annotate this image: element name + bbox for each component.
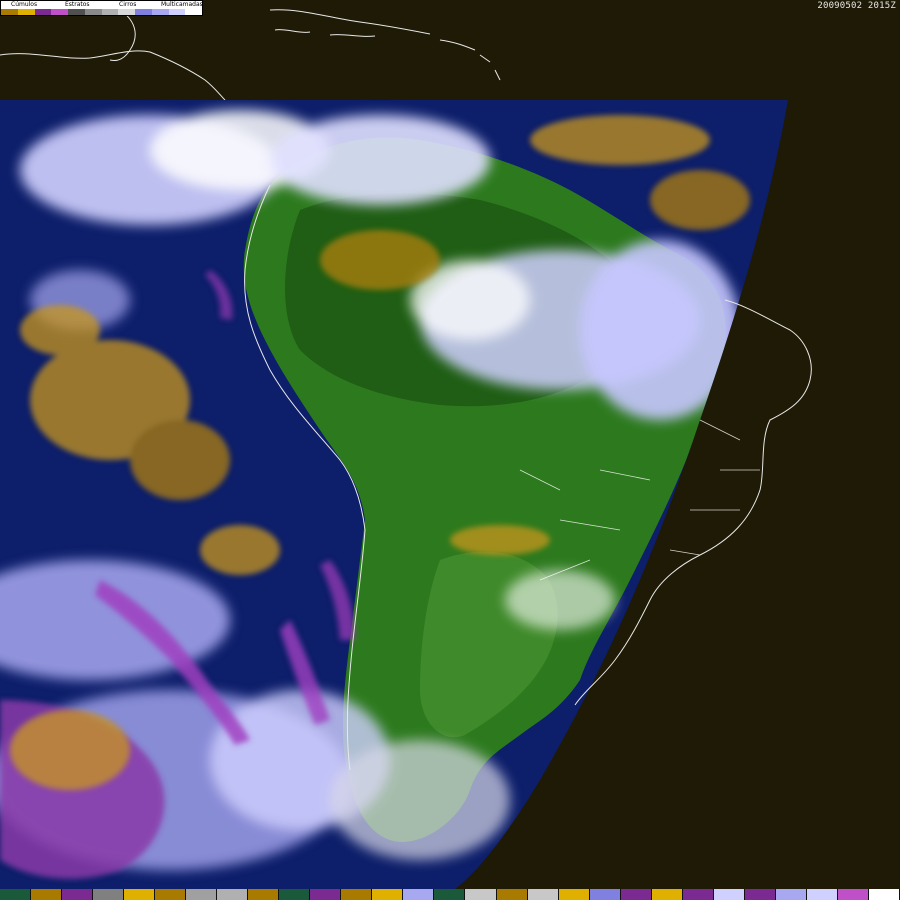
legend-swatch xyxy=(1,9,18,15)
yucatan-outline xyxy=(109,9,136,61)
legend-label-cirros: Cirros xyxy=(119,1,137,8)
legend-label-cumulos: Cúmulos xyxy=(11,1,38,8)
bottom-bar-cell xyxy=(558,889,590,900)
north-outline-region xyxy=(0,9,501,101)
legend-swatch xyxy=(185,9,202,15)
legend-label-multicamadas: Multicamadas xyxy=(161,1,203,8)
legend-swatch xyxy=(118,9,135,15)
bottom-bar-cell xyxy=(837,889,869,900)
satellite-image: Cúmulos Estratos Cirros Multicamadas 200… xyxy=(0,0,900,900)
bottom-bar-cell xyxy=(434,889,466,900)
bottom-bar-cell xyxy=(713,889,745,900)
legend-swatch xyxy=(151,9,169,15)
bottom-bar-cell xyxy=(248,889,280,900)
legend-swatch xyxy=(135,9,152,15)
earth-disk xyxy=(0,100,788,889)
bottom-bar-cell xyxy=(279,889,311,900)
bottom-bar-cell xyxy=(217,889,249,900)
bottom-bar-cell xyxy=(372,889,404,900)
bottom-bar-cell xyxy=(620,889,652,900)
timestamp-label: 20090502 2015Z xyxy=(817,1,896,11)
legend-label-estratos: Estratos xyxy=(65,1,90,8)
legend-swatch xyxy=(68,9,85,15)
bottom-bar-cell xyxy=(651,889,683,900)
bottom-bar-cell xyxy=(341,889,373,900)
bottom-bar-cell xyxy=(527,889,559,900)
legend-swatch xyxy=(168,9,186,15)
bottom-bar-cell xyxy=(62,889,94,900)
legend-swatch xyxy=(84,9,102,15)
bottom-bar-cell xyxy=(496,889,528,900)
bottom-bar-cell xyxy=(744,889,776,900)
bottom-bar-cell xyxy=(775,889,807,900)
bottom-bar-cell xyxy=(310,889,342,900)
legend-swatch xyxy=(17,9,35,15)
satellite-map xyxy=(0,9,812,889)
bottom-bar-cell xyxy=(806,889,838,900)
legend-swatch xyxy=(34,9,52,15)
bottom-color-bar xyxy=(0,889,900,900)
bottom-bar-cell xyxy=(0,889,32,900)
bottom-bar-cell xyxy=(589,889,621,900)
bottom-bar-cell xyxy=(93,889,125,900)
legend-swatches xyxy=(1,9,202,15)
legend-labels: Cúmulos Estratos Cirros Multicamadas xyxy=(1,1,203,9)
bottom-bar-cell xyxy=(155,889,187,900)
bottom-bar-cell xyxy=(465,889,497,900)
legend-swatch xyxy=(51,9,68,15)
bottom-bar-cell xyxy=(682,889,714,900)
cloud-type-legend: Cúmulos Estratos Cirros Multicamadas xyxy=(0,0,203,16)
bottom-bar-cell xyxy=(124,889,156,900)
bottom-bar-cell xyxy=(31,889,63,900)
legend-swatch xyxy=(101,9,119,15)
bottom-bar-cell xyxy=(868,889,900,900)
bottom-bar-cell xyxy=(186,889,218,900)
central-america-outline xyxy=(0,50,226,101)
caribbean-islands-outline xyxy=(269,9,501,81)
bottom-bar-cell xyxy=(403,889,435,900)
